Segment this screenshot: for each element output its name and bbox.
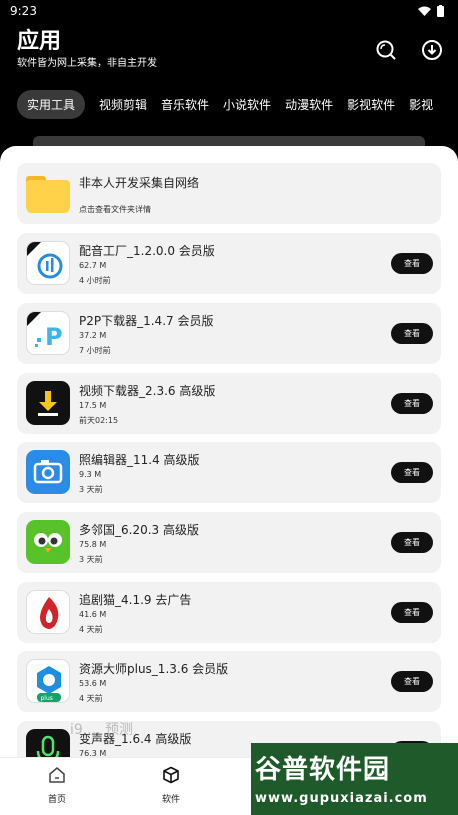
view-button[interactable]: 查看 <box>391 253 433 274</box>
download-arrow-icon <box>38 391 58 416</box>
app-time: 前天02:15 <box>79 416 119 425</box>
app-icon-p2p: P <box>26 311 70 355</box>
box-icon <box>163 766 179 784</box>
content-sheet: 非本人开发采集自网络 点击查看文件夹详情 配音工厂_1.2.0.0 会员版 62… <box>0 146 458 815</box>
app-time: 3 天前 <box>79 555 103 564</box>
download-button[interactable] <box>420 38 444 62</box>
app-name: 追剧猫_4.1.9 去广告 <box>79 593 192 607</box>
category-tabs: 实用工具 视频剪辑 音乐软件 小说软件 动漫软件 影视软件 影视 <box>17 88 458 120</box>
folder-subtitle: 点击查看文件夹详情 <box>79 205 151 214</box>
app-icon-video-downloader <box>26 381 70 425</box>
nav-home[interactable]: 首页 <box>32 766 82 805</box>
app-card[interactable]: 视频下载器_2.3.6 高级版 17.5 M 前天02:15 查看 <box>17 373 441 434</box>
app-icon-resource-master: plus <box>26 659 70 703</box>
view-button[interactable]: 查看 <box>391 532 433 553</box>
app-time: 7 小时前 <box>79 346 111 355</box>
resource-master-icon: plus <box>37 666 61 702</box>
app-name: 多邻国_6.20.3 高级版 <box>79 523 199 537</box>
app-size: 17.5 M <box>79 401 107 410</box>
wifi-icon <box>418 6 431 16</box>
overlay-text: i9 ... 预测 <box>70 722 134 738</box>
app-name: 视频下载器_2.3.6 高级版 <box>79 384 216 398</box>
app-size: 75.8 M <box>79 540 107 549</box>
folder-card[interactable]: 非本人开发采集自网络 点击查看文件夹详情 <box>17 163 441 224</box>
watermark-title: 谷普软件园 <box>255 755 391 785</box>
search-icon <box>376 40 396 60</box>
app-name: 资源大师plus_1.3.6 会员版 <box>79 662 229 676</box>
status-time: 9:23 <box>10 4 37 18</box>
app-card[interactable]: plus 资源大师plus_1.3.6 会员版 53.6 M 4 天前 查看 <box>17 651 441 712</box>
tab-movies-more[interactable]: 影视 <box>409 90 433 119</box>
app-time: 4 小时前 <box>79 276 111 285</box>
app-size: 41.6 M <box>79 610 107 619</box>
app-name: P2P下载器_1.4.7 会员版 <box>79 314 214 328</box>
home-icon <box>49 767 65 783</box>
tab-anime[interactable]: 动漫软件 <box>285 90 333 119</box>
app-card[interactable]: 多邻国_6.20.3 高级版 75.8 M 3 天前 查看 <box>17 512 441 573</box>
search-button[interactable] <box>374 38 398 62</box>
app-size: 62.7 M <box>79 261 107 270</box>
app-size: 9.3 M <box>79 470 102 479</box>
tab-video-editing[interactable]: 视频剪辑 <box>99 90 147 119</box>
dubbing-icon <box>27 242 63 279</box>
site-watermark: 谷普软件园 www.gupuxiazai.com <box>251 743 458 815</box>
view-button[interactable]: 查看 <box>391 671 433 692</box>
app-icon-drama-cat <box>26 590 70 634</box>
watermark-url: www.gupuxiazai.com <box>255 791 428 806</box>
app-card[interactable]: 配音工厂_1.2.0.0 会员版 62.7 M 4 小时前 查看 <box>17 233 441 294</box>
page-header: 应用 软件皆为网上采集，非自主开发 <box>0 28 458 78</box>
app-size: 53.6 M <box>79 679 107 688</box>
status-icons <box>418 5 444 17</box>
nav-home-label: 首页 <box>47 795 66 805</box>
view-button[interactable]: 查看 <box>391 602 433 623</box>
svg-text:P: P <box>45 323 63 351</box>
folder-thumb <box>26 171 70 215</box>
folder-title: 非本人开发采集自网络 <box>79 176 200 190</box>
view-button[interactable]: 查看 <box>391 462 433 483</box>
svg-text:plus: plus <box>41 695 53 702</box>
tab-music[interactable]: 音乐软件 <box>161 90 209 119</box>
app-icon-dubbing <box>26 241 70 285</box>
folder-icon <box>26 176 70 213</box>
p2p-icon: P <box>27 312 63 351</box>
app-card[interactable]: 照编辑器_11.4 高级版 9.3 M 3 天前 查看 <box>17 442 441 503</box>
battery-icon <box>437 5 444 17</box>
app-icon-duolingo <box>26 520 70 564</box>
app-size: 37.2 M <box>79 331 107 340</box>
app-card[interactable]: P P2P下载器_1.4.7 会员版 37.2 M 7 小时前 查看 <box>17 303 441 364</box>
camera-icon <box>33 460 63 484</box>
app-time: 4 天前 <box>79 625 103 634</box>
tab-movies[interactable]: 影视软件 <box>347 90 395 119</box>
app-card[interactable]: 追剧猫_4.1.9 去广告 41.6 M 4 天前 查看 <box>17 582 441 643</box>
app-name: 配音工厂_1.2.0.0 会员版 <box>79 244 215 258</box>
app-time: 3 天前 <box>79 485 103 494</box>
tab-novel[interactable]: 小说软件 <box>223 90 271 119</box>
nav-software-label: 软件 <box>161 795 180 805</box>
view-button[interactable]: 查看 <box>391 323 433 344</box>
status-bar: 9:23 <box>0 0 458 22</box>
owl-icon <box>34 533 62 553</box>
download-icon <box>422 40 442 60</box>
view-button[interactable]: 查看 <box>391 393 433 414</box>
app-time: 4 天前 <box>79 694 103 703</box>
app-icon-photo-editor <box>26 450 70 494</box>
nav-software[interactable]: 软件 <box>146 766 196 805</box>
tab-utility[interactable]: 实用工具 <box>17 89 86 119</box>
flame-icon <box>40 597 59 629</box>
app-name: 照编辑器_11.4 高级版 <box>79 453 200 467</box>
